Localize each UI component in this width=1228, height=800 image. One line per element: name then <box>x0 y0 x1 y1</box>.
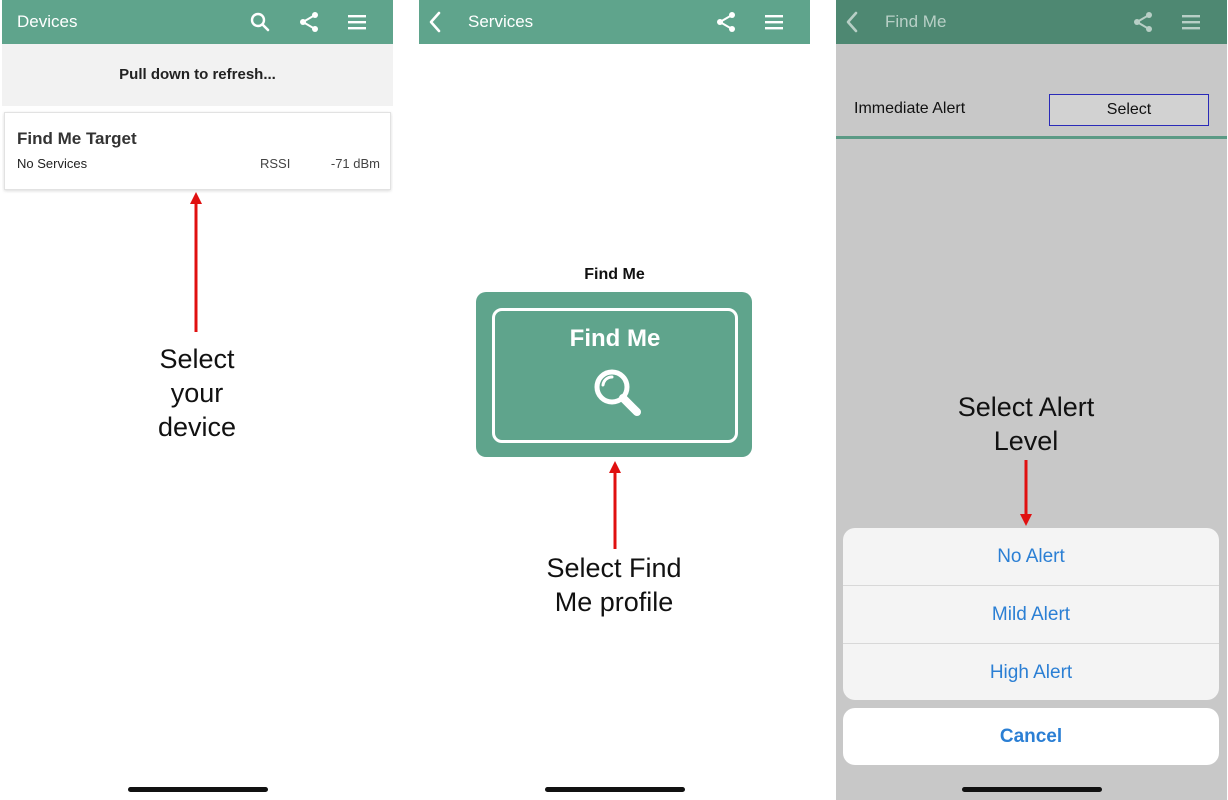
menu-icon[interactable] <box>761 9 787 35</box>
rssi-value: -71 dBm <box>330 156 380 171</box>
share-icon[interactable] <box>713 9 739 35</box>
device-services: No Services <box>17 156 88 171</box>
search-icon[interactable] <box>247 9 273 35</box>
select-alert-button[interactable]: Select <box>1049 94 1209 126</box>
no-alert-option[interactable]: No Alert <box>843 528 1219 586</box>
annotation-line: Me profile <box>554 587 674 617</box>
annotation-line: Level <box>993 426 1059 456</box>
page-title: Find Me <box>885 12 947 31</box>
menu-icon[interactable] <box>1178 9 1204 35</box>
back-icon[interactable] <box>423 9 449 35</box>
home-indicator <box>961 787 1102 792</box>
annotation-text: Select Alert Level <box>926 390 1126 458</box>
page-title: Services <box>468 12 534 31</box>
annotation-text: Select your device <box>97 342 297 444</box>
service-label: Find Me <box>584 266 645 283</box>
cancel-button[interactable]: Cancel <box>843 708 1219 765</box>
annotation-line: device <box>157 412 237 442</box>
annotation-line: Select Find <box>546 553 682 583</box>
home-indicator <box>544 787 685 792</box>
annotation-line: Select <box>159 344 235 374</box>
rssi-label: RSSI <box>260 156 291 171</box>
magnifier-icon <box>594 369 641 416</box>
menu-icon[interactable] <box>344 9 370 35</box>
annotation-arrow <box>609 461 621 549</box>
annotation-arrow <box>1020 460 1032 526</box>
annotation-line: Select Alert <box>957 392 1095 422</box>
service-card-title: Find Me <box>569 325 661 352</box>
immediate-alert-row: Immediate Alert Select <box>836 44 1227 139</box>
find-me-screen: Find Me Immediate Alert Select Select Al… <box>836 0 1227 800</box>
device-list-item[interactable]: Find Me Target No Services RSSI -71 dBm <box>4 112 391 190</box>
navbar: Find Me <box>836 0 1227 44</box>
navbar: Services <box>419 0 810 44</box>
page-title: Devices <box>17 12 78 31</box>
back-icon[interactable] <box>840 9 866 35</box>
annotation-text: Select Find Me profile <box>514 551 714 619</box>
mild-alert-option[interactable]: Mild Alert <box>843 586 1219 644</box>
pull-to-refresh: Pull down to refresh... <box>2 44 393 106</box>
alert-label: Immediate Alert <box>854 100 966 117</box>
share-icon[interactable] <box>1130 9 1156 35</box>
navbar: Devices <box>2 0 393 44</box>
services-screen: Services Find Me Find Me Select Find Me … <box>419 0 810 800</box>
device-name: Find Me Target <box>17 129 137 148</box>
service-card-frame: Find Me <box>492 308 738 443</box>
devices-screen: Devices Pull down to refresh... Find Me … <box>2 0 393 800</box>
high-alert-option[interactable]: High Alert <box>843 644 1219 700</box>
annotation-line: your <box>170 378 224 408</box>
alert-level-action-sheet: No Alert Mild Alert High Alert <box>843 528 1219 700</box>
annotation-arrow <box>190 192 202 332</box>
home-indicator <box>127 787 268 792</box>
find-me-service-button[interactable]: Find Me <box>476 292 752 457</box>
share-icon[interactable] <box>296 9 322 35</box>
